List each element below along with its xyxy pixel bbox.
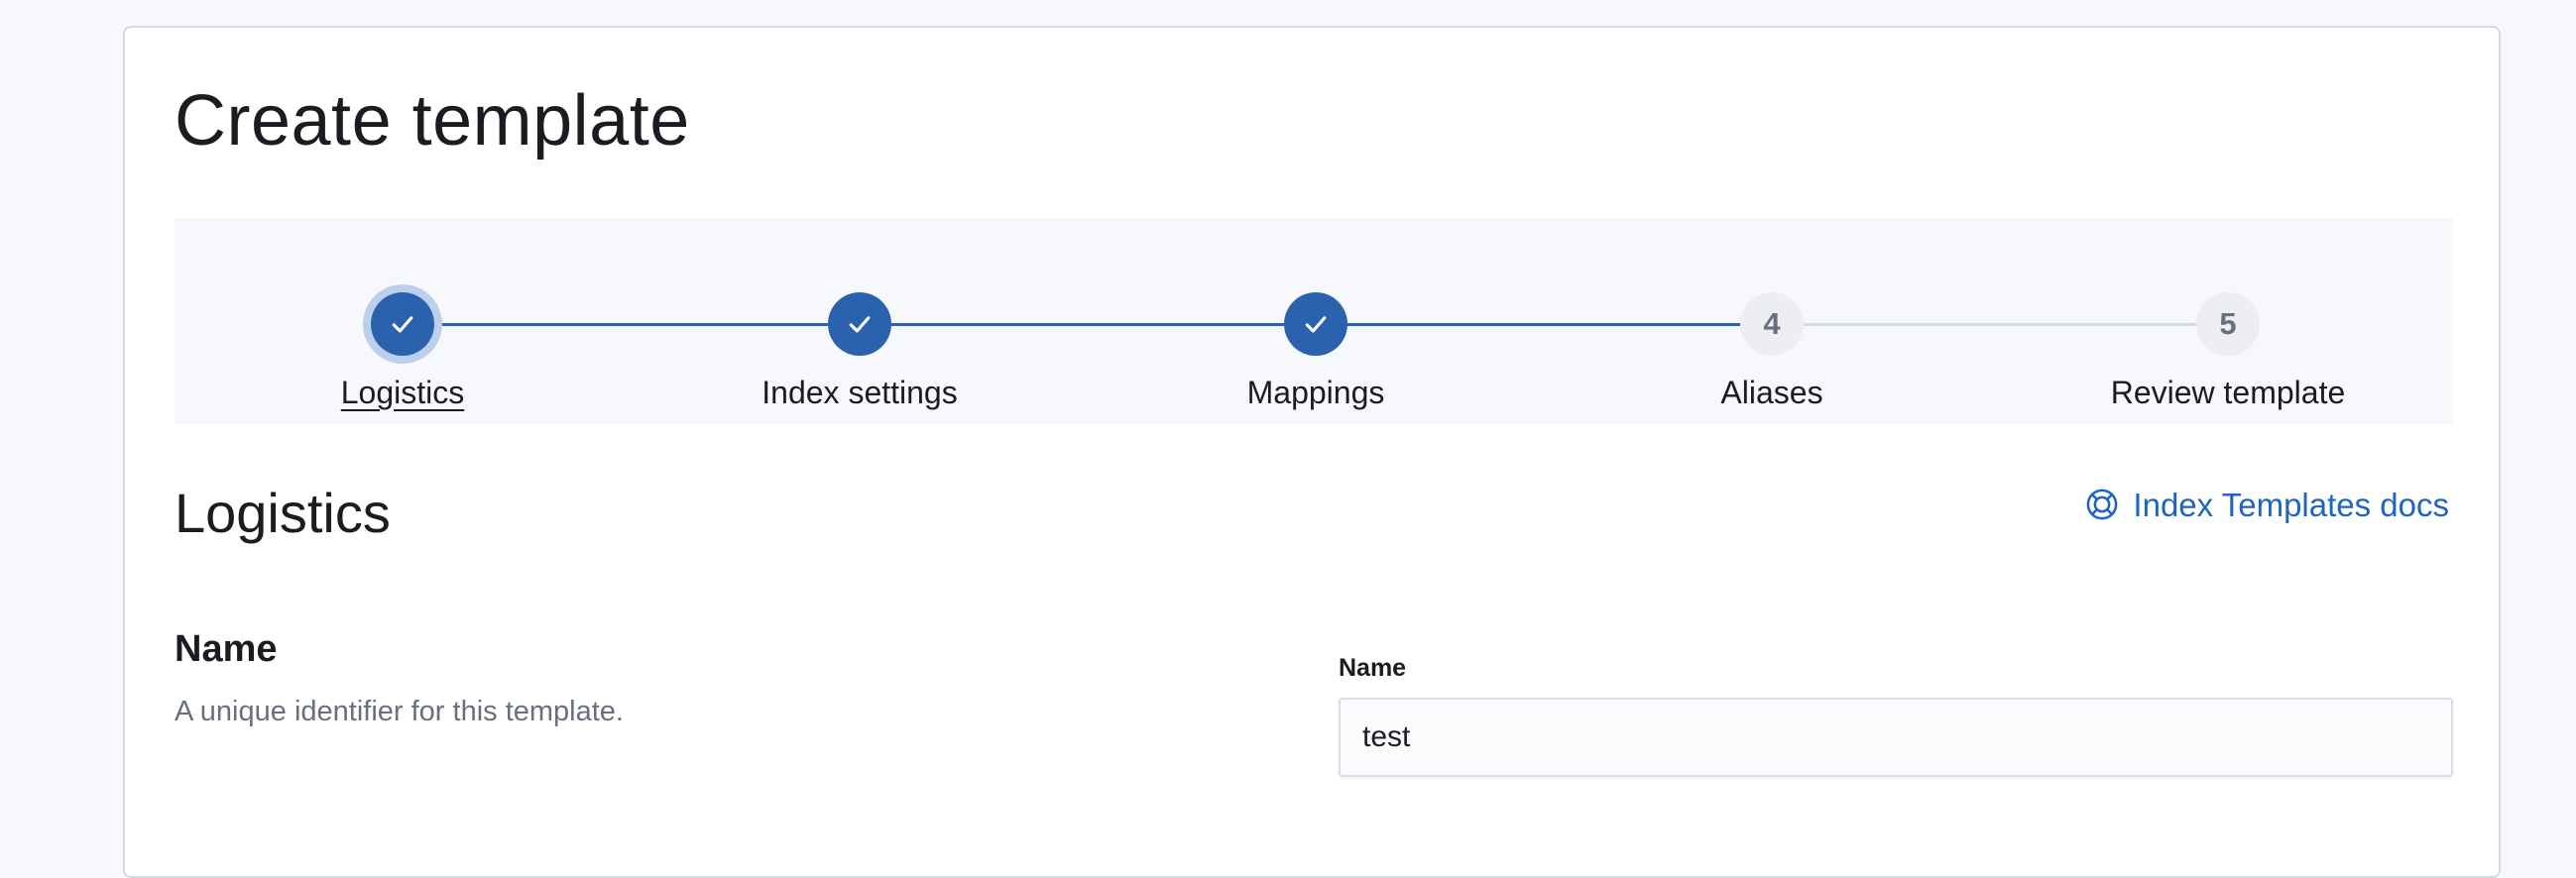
step-index-settings[interactable]: Index settings (632, 218, 1088, 424)
step-label-review-template: Review template (2110, 375, 2346, 410)
step-mappings[interactable]: Mappings (1088, 218, 1544, 424)
step-label-mappings: Mappings (1246, 375, 1385, 410)
docs-link-label: Index Templates docs (2133, 486, 2449, 523)
check-icon (1284, 292, 1347, 356)
step-logistics[interactable]: Logistics (175, 218, 631, 424)
step-aliases[interactable]: 4 Aliases (1544, 218, 2000, 424)
name-field-description: A unique identifier for this template. (175, 696, 624, 727)
step-label-index-settings: Index settings (761, 375, 958, 410)
lifebuoy-icon (2085, 488, 2119, 521)
name-field-title: Name (175, 628, 278, 670)
step-review-template[interactable]: 5 Review template (2000, 218, 2456, 424)
name-input[interactable] (1339, 698, 2453, 777)
check-icon (828, 292, 891, 356)
index-templates-docs-link[interactable]: Index Templates docs (2085, 488, 2449, 521)
step-number-badge: 4 (1740, 292, 1804, 356)
step-label-logistics: Logistics (340, 375, 465, 410)
check-icon (371, 292, 434, 356)
section-title: Logistics (175, 482, 391, 544)
steps-navigation: Logistics Index settings Mappings 4 Alia… (175, 218, 2453, 424)
page-title: Create template (175, 81, 690, 161)
step-label-aliases: Aliases (1720, 375, 1823, 410)
step-number-badge: 5 (2196, 292, 2260, 356)
name-input-label: Name (1339, 654, 1407, 682)
create-template-panel: Create template Logistics Index settings… (123, 26, 2501, 878)
